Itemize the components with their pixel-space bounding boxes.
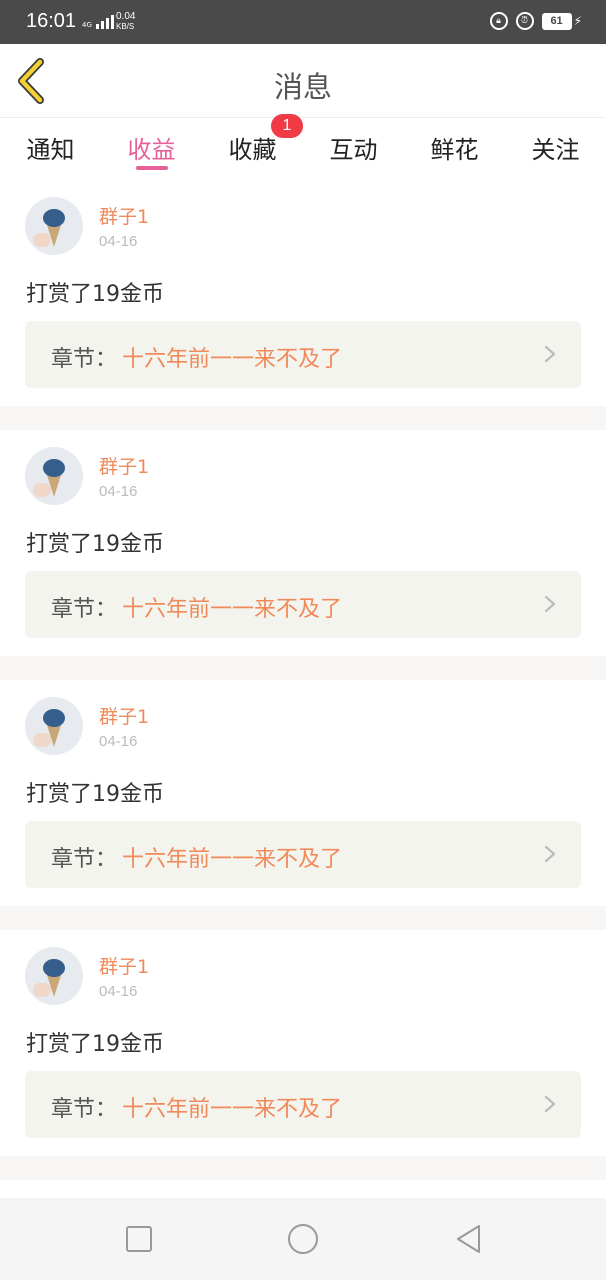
user-name[interactable]: 群子1 xyxy=(99,952,149,979)
status-time: 16:01 xyxy=(26,10,77,32)
tab-label: 收藏 xyxy=(228,136,277,164)
avatar[interactable] xyxy=(25,447,83,505)
tab-earnings[interactable]: 收益 xyxy=(101,118,202,180)
message-text: 打赏了19金币 xyxy=(26,1032,164,1057)
chevron-right-icon xyxy=(544,595,556,613)
tab-flowers[interactable]: 鲜花 xyxy=(404,118,505,180)
chapter-label: 章节： xyxy=(51,847,118,872)
chevron-right-icon xyxy=(544,345,556,363)
chapter-title: 十六年前一一来不及了 xyxy=(122,847,343,872)
message-card: 群子1 04-16 打赏了19金币 章节： 十六年前一一来不及了 xyxy=(0,430,606,656)
message-text: 打赏了19金币 xyxy=(26,532,164,557)
battery-level: 61 xyxy=(541,12,572,30)
message-date: 04-16 xyxy=(99,233,138,250)
triangle-back-icon[interactable] xyxy=(452,1222,486,1256)
chevron-right-icon xyxy=(544,1095,556,1113)
status-right-icons: 🔒︎ ⏰︎ 61 ⚡︎ xyxy=(489,12,582,30)
header: 消息 xyxy=(0,44,606,118)
message-card: 群子1 04-16 打赏了19金币 章节： 十六年前一一来不及了 xyxy=(0,680,606,906)
chapter-link[interactable]: 章节： 十六年前一一来不及了 xyxy=(25,821,581,888)
avatar[interactable] xyxy=(25,197,83,255)
lock-rotation-icon: 🔒︎ xyxy=(489,12,508,30)
tab-bar: 通知 收益 收藏 1 互动 鲜花 关注 xyxy=(0,114,606,180)
chapter-title: 十六年前一一来不及了 xyxy=(122,1097,343,1122)
charging-icon: ⚡︎ xyxy=(573,14,582,28)
avatar[interactable] xyxy=(25,697,83,755)
chapter-link[interactable]: 章节： 十六年前一一来不及了 xyxy=(25,571,581,638)
alarm-icon: ⏰︎ xyxy=(515,12,534,30)
message-text: 打赏了19金币 xyxy=(26,282,164,307)
tab-label: 互动 xyxy=(329,136,378,164)
chevron-right-icon xyxy=(544,845,556,863)
tab-label: 收益 xyxy=(127,136,176,164)
circle-icon[interactable] xyxy=(286,1222,320,1256)
chapter-link[interactable]: 章节： 十六年前一一来不及了 xyxy=(25,1071,581,1138)
user-name[interactable]: 群子1 xyxy=(99,202,149,229)
avatar[interactable] xyxy=(25,947,83,1005)
tab-label: 通知 xyxy=(26,136,75,164)
tab-following[interactable]: 关注 xyxy=(505,118,606,180)
chapter-link[interactable]: 章节： 十六年前一一来不及了 xyxy=(25,321,581,388)
message-text: 打赏了19金币 xyxy=(26,782,164,807)
tab-interactions[interactable]: 互动 xyxy=(303,118,404,180)
network-speed: 0.04 KB/S xyxy=(116,12,135,32)
message-card: 群子1 04-16 打赏了19金币 章节： 十六年前一一来不及了 xyxy=(0,180,606,406)
message-card: 群子1 04-16 打赏了19金币 章节： 十六年前一一来不及了 xyxy=(0,930,606,1156)
tab-favorites[interactable]: 收藏 1 xyxy=(202,114,303,180)
chapter-label: 章节： xyxy=(51,347,118,372)
speed-value: 0.04 xyxy=(116,11,136,22)
chapter-label: 章节： xyxy=(51,597,118,622)
speed-unit: KB/S xyxy=(116,22,135,31)
battery-icon: 61 ⚡︎ xyxy=(541,12,582,30)
network-type: 4G xyxy=(82,21,92,29)
chapter-title: 十六年前一一来不及了 xyxy=(122,347,343,372)
system-nav-bar xyxy=(0,1198,606,1280)
message-date: 04-16 xyxy=(99,733,138,750)
page-title: 消息 xyxy=(273,70,332,104)
chapter-title: 十六年前一一来不及了 xyxy=(122,597,343,622)
tab-label: 鲜花 xyxy=(430,136,479,164)
tab-notifications[interactable]: 通知 xyxy=(0,118,101,180)
signal-bars-icon xyxy=(95,13,114,29)
message-list: 群子1 04-16 打赏了19金币 章节： 十六年前一一来不及了 群子1 04-… xyxy=(0,180,606,1244)
active-tab-indicator xyxy=(135,166,168,170)
signal-indicator: 4G xyxy=(82,13,114,29)
status-bar: 16:01 4G 0.04 KB/S 🔒︎ ⏰︎ 61 ⚡︎ xyxy=(0,0,606,44)
unread-badge: 1 xyxy=(271,114,303,138)
square-icon[interactable] xyxy=(122,1222,156,1256)
user-name[interactable]: 群子1 xyxy=(99,702,149,729)
message-date: 04-16 xyxy=(99,483,138,500)
chapter-label: 章节： xyxy=(51,1097,118,1122)
user-name[interactable]: 群子1 xyxy=(99,452,149,479)
tab-label: 关注 xyxy=(531,136,580,164)
message-date: 04-16 xyxy=(99,983,138,1000)
